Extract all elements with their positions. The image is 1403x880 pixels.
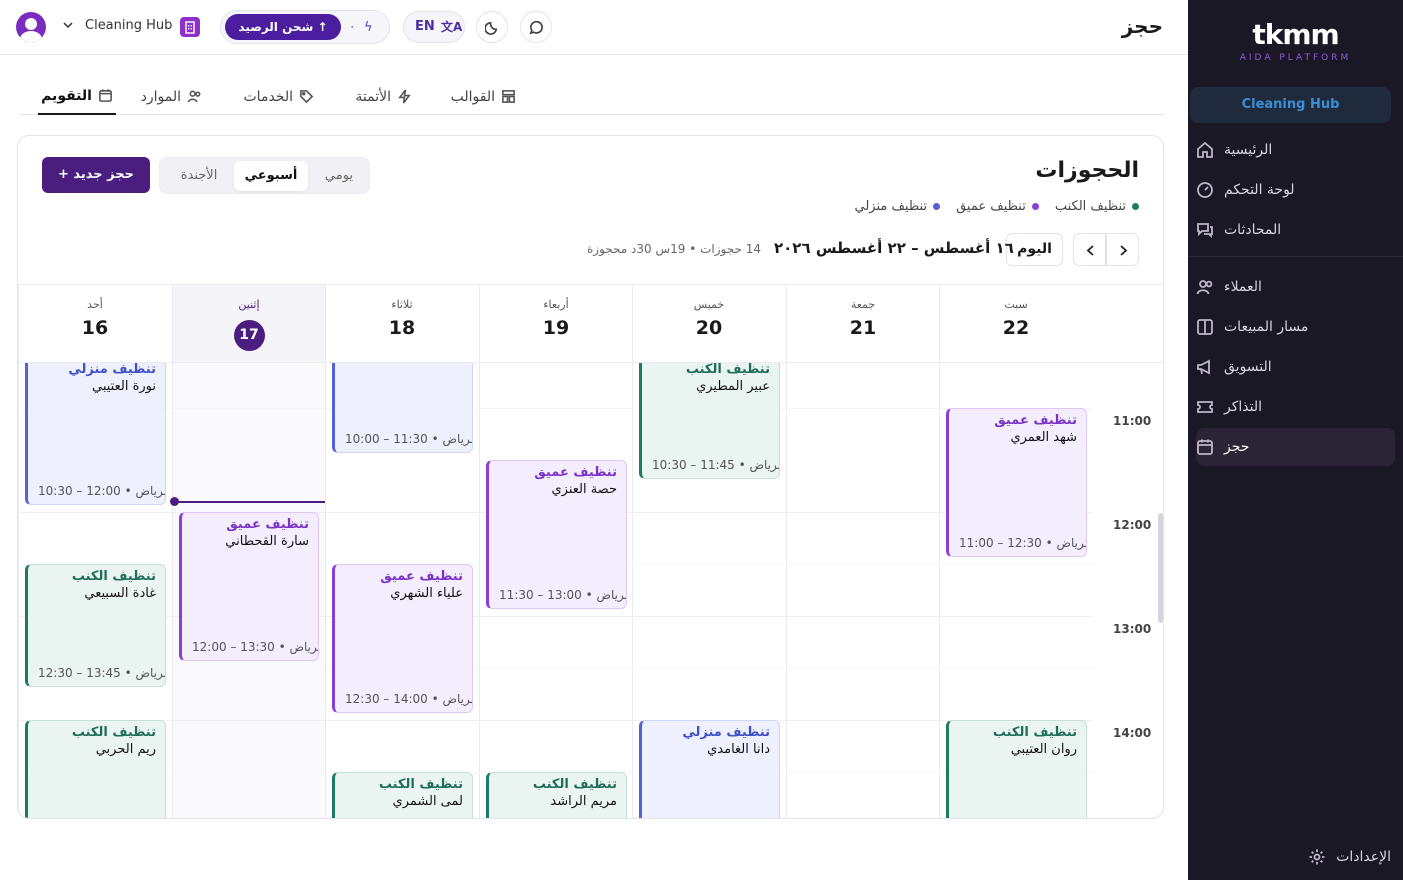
prev-week-button[interactable] [1106, 233, 1139, 266]
sidebar: tkmm AIDA PLATFORM Cleaning Hub الرئيسية… [1188, 0, 1403, 880]
home-icon [1197, 141, 1213, 158]
view-weekly[interactable]: أسبوعي [234, 161, 308, 191]
booking-event[interactable]: تنظيف عميقسارة القحطاني12:00 – 13:30 • ا… [179, 512, 319, 661]
building-icon [180, 17, 200, 37]
app-logo[interactable]: tkmm AIDA PLATFORM [1188, 18, 1403, 63]
sidebar-item-settings[interactable]: الإعدادات [1308, 848, 1391, 866]
booking-event[interactable]: تنظيف الكنبغادة السبيعي12:30 – 13:45 • ا… [25, 564, 166, 687]
view-switcher: يومي أسبوعي الأجندة [159, 157, 370, 194]
legend-item: تنظيف عميق [956, 199, 1039, 214]
booking-event[interactable]: تنظيف الكنبعبير المطيري10:30 – 11:45 • ا… [639, 363, 780, 479]
grid-scrollbar[interactable] [1158, 513, 1163, 623]
time-label: 14:00 [1113, 726, 1152, 740]
top-bar: Cleaning Hub شحن الرصيد ↑ ٠ ϟ EN 文A حجز [0, 0, 1188, 55]
sidebar-item-dashboard[interactable]: لوحة التحكم [1196, 171, 1395, 209]
time-grid[interactable]: 11:00 12:00 13:00 14:00 تنظيف منزلي نورة … [18, 362, 1163, 818]
chat-button[interactable] [520, 11, 552, 43]
booking-event[interactable]: 10:00 – 11:30 • الرياض… [332, 363, 473, 453]
recharge-button[interactable]: شحن الرصيد ↑ [225, 14, 341, 40]
date-range: ١٦ أغسطس – ٢٢ أغسطس ٢٠٢٦ [774, 239, 1014, 257]
booking-event[interactable]: تنظيف منزلينورة العتيبي10:30 – 12:00 • ا… [25, 363, 166, 505]
day-header-thu[interactable]: خميس 20 [632, 285, 785, 362]
legend-item: تنظيف منزلي [854, 199, 941, 214]
day-column[interactable] [786, 363, 939, 818]
calendar-title: الحجوزات [1035, 158, 1139, 183]
dark-mode-button[interactable] [476, 11, 508, 43]
day-header-wed[interactable]: أربعاء 19 [479, 285, 632, 362]
tag-icon [300, 90, 314, 104]
calendar-icon [1197, 439, 1213, 455]
today-date-badge: 17 [233, 320, 265, 351]
legend-item: تنظيف الكنب [1055, 199, 1139, 214]
workspace-name[interactable]: Cleaning Hub [85, 18, 172, 33]
calendar-icon [99, 89, 112, 102]
time-label: 13:00 [1113, 622, 1152, 636]
sidebar-item-tickets[interactable]: التذاكر [1196, 388, 1395, 426]
day-header-sun[interactable]: أحد 16 [18, 285, 171, 362]
bolt-icon: ϟ [364, 20, 373, 35]
user-avatar[interactable] [16, 12, 46, 42]
view-daily[interactable]: يومي [310, 161, 368, 191]
sidebar-item-marketing[interactable]: التسويق [1196, 348, 1395, 386]
sidebar-item-customers[interactable]: العملاء [1196, 268, 1395, 306]
ticket-icon [1197, 401, 1213, 413]
time-label: 12:00 [1113, 518, 1152, 532]
booking-event[interactable]: تنظيف عميقعلياء الشهري12:30 – 14:00 • ال… [332, 564, 473, 713]
balance-widget: شحن الرصيد ↑ ٠ ϟ [220, 10, 390, 44]
day-header-sat[interactable]: سبت 22 [939, 285, 1092, 362]
gauge-icon [1197, 182, 1213, 198]
chevron-left-icon [1086, 245, 1094, 256]
tab-templates[interactable]: القوالب [451, 78, 516, 115]
section-tabs: التقويم الموارد الخدمات الأتمتة القوالب [20, 78, 1164, 115]
chat-bubble-icon [529, 20, 543, 35]
booking-event[interactable]: تنظيف الكنب لمى الشمري [332, 772, 473, 818]
tab-automation[interactable]: الأتمتة [355, 78, 412, 115]
moon-icon [485, 21, 498, 35]
today-button[interactable]: اليوم [1006, 233, 1063, 266]
language-button[interactable]: EN 文A [403, 11, 465, 43]
tab-resources[interactable]: الموارد [141, 78, 202, 115]
sidebar-item-pipeline[interactable]: مسار المبيعات [1196, 308, 1395, 346]
tab-calendar[interactable]: التقويم [38, 78, 116, 115]
workspace-switcher[interactable]: Cleaning Hub [1190, 87, 1391, 123]
tab-services[interactable]: الخدمات [244, 78, 315, 115]
balance-value: ٠ [349, 19, 356, 33]
template-icon [502, 90, 515, 103]
booking-event[interactable]: تنظيف الكنب مريم الراشد [486, 772, 627, 818]
chevron-down-icon[interactable] [63, 20, 73, 30]
booking-event[interactable]: تنظيف الكنب ريم الحربي [25, 720, 166, 818]
gear-icon [1309, 849, 1325, 865]
week-grid: أحد 16 إثنين 17 ثلاثاء 18 أربعاء 19 خميس 20 ج… [18, 284, 1163, 818]
day-header-mon[interactable]: إثنين 17 [172, 285, 325, 362]
current-time-line [174, 501, 325, 503]
page-title: حجز [1121, 14, 1163, 38]
chat-icon [1197, 223, 1213, 239]
megaphone-icon [1197, 359, 1210, 375]
time-label: 11:00 [1113, 414, 1152, 428]
booking-event[interactable]: تنظيف الكنب روان العتيبي [946, 720, 1087, 818]
booking-event[interactable]: تنظيف عميقشهد العمري11:00 – 12:30 • الري… [946, 408, 1087, 557]
booking-event[interactable]: تنظيف منزلي دانا الغامدي [639, 720, 780, 818]
booking-summary: 14 حجوزات • 19س 30د محجوزة [587, 242, 761, 256]
users-icon [1196, 280, 1213, 295]
bolt-icon [398, 89, 411, 104]
sidebar-item-home[interactable]: الرئيسية [1196, 131, 1395, 169]
calendar-card: الحجوزات تنظيف منزلي تنظيف عميق تنظيف ال… [17, 135, 1164, 819]
day-header-tue[interactable]: ثلاثاء 18 [325, 285, 478, 362]
service-legend: تنظيف منزلي تنظيف عميق تنظيف الكنب [854, 199, 1139, 214]
new-booking-button[interactable]: + حجز جديد [42, 157, 150, 193]
sidebar-item-booking[interactable]: حجز [1196, 428, 1395, 466]
current-time-dot [170, 497, 179, 506]
day-header-fri[interactable]: جمعة 21 [786, 285, 939, 362]
pipeline-icon [1197, 319, 1213, 335]
sidebar-item-conversations[interactable]: المحادثات [1196, 211, 1395, 249]
users-icon [187, 90, 201, 103]
booking-event[interactable]: تنظيف عميقحصة العنزي11:30 – 13:00 • الري… [486, 460, 627, 609]
translate-icon: 文A [441, 20, 463, 34]
next-week-button[interactable] [1073, 233, 1106, 266]
view-agenda[interactable]: الأجندة [166, 161, 232, 191]
chevron-right-icon [1120, 245, 1128, 256]
